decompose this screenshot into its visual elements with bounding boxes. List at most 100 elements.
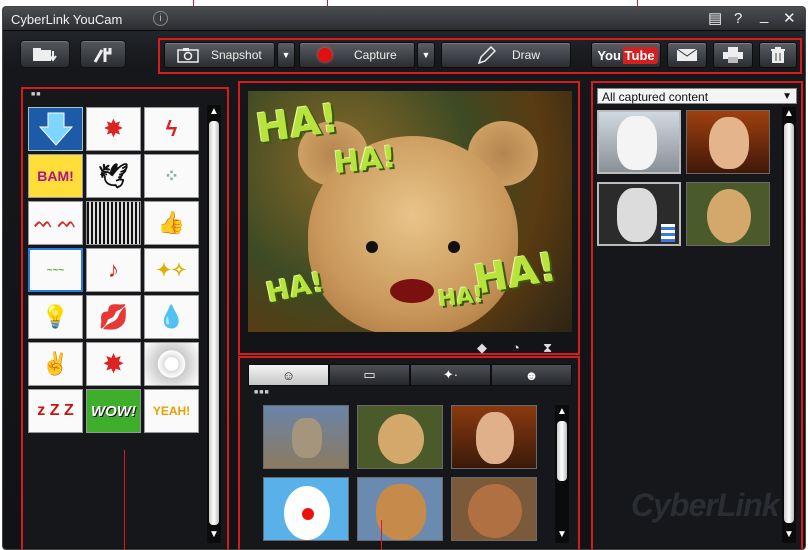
library-scroll-down-icon[interactable]: ▼ xyxy=(783,529,795,541)
avatar-scroll-up-icon[interactable]: ▲ xyxy=(556,406,568,418)
library-scroll-thumb[interactable] xyxy=(784,123,794,523)
snapshot-dropdown[interactable]: ▼ xyxy=(277,42,295,68)
avatar-warrior[interactable] xyxy=(263,405,349,469)
effect-drops[interactable]: 💧 xyxy=(144,295,199,339)
avatar-clown[interactable] xyxy=(263,477,349,541)
toolbar: Snapshot ▼ Capture ▼ Draw You Tube xyxy=(3,32,805,76)
effect-stars[interactable]: ✦✧ xyxy=(144,248,199,292)
callout-avatar xyxy=(381,520,382,550)
effects-scroll-thumb[interactable] xyxy=(209,121,219,525)
download-arrow-icon xyxy=(38,112,73,146)
capture-thumb-3[interactable] xyxy=(597,182,681,246)
effect-lips[interactable]: 💋 xyxy=(86,295,141,339)
avatar-dog[interactable] xyxy=(357,477,443,541)
capture-label: Capture xyxy=(354,48,397,62)
effect-bird[interactable]: 🕊 xyxy=(86,154,141,198)
video-icon xyxy=(661,224,675,242)
trash-icon xyxy=(771,47,785,63)
avatar-bear[interactable] xyxy=(357,405,443,469)
capture-thumb-4[interactable] xyxy=(686,182,770,246)
camera-icon xyxy=(177,48,199,63)
settings-button[interactable] xyxy=(80,40,126,68)
effect-yeah[interactable]: YEAH! xyxy=(144,389,199,433)
haha-text-3: HA! xyxy=(263,265,327,310)
library-filter-dropdown[interactable]: All captured content ▼ xyxy=(597,88,797,104)
bear-eye-right xyxy=(448,241,460,253)
effect-tabs: ☺ ▭ ✦· ☻ xyxy=(248,364,572,386)
print-button[interactable] xyxy=(713,42,753,68)
effect-heel[interactable]: ♪ xyxy=(86,248,141,292)
bam-text: BAM! xyxy=(37,168,74,184)
camera-preview: HA! HA! HA! HA! HA! xyxy=(248,91,572,332)
capture-button[interactable]: Capture xyxy=(299,42,415,68)
window-title: CyberLink YouCam xyxy=(11,12,123,27)
capture-thumb-2[interactable] xyxy=(686,110,770,174)
yeah-text: YEAH! xyxy=(152,404,191,418)
effects-grid: ✸ ϟ BAM! 🕊 ⁘ ᨓ ᨓ 👍 ~~~ ♪ ✦✧ 💡 💋 💧 ✌ ✸ z … xyxy=(28,107,199,433)
scroll-up-icon[interactable]: ▲ xyxy=(208,106,220,118)
title-bar: CyberLink YouCam i ▤ ? _ ✕ xyxy=(3,7,805,31)
eraser-icon[interactable]: ◆ xyxy=(477,340,487,356)
avatar-old-man[interactable] xyxy=(451,405,537,469)
avatar-scrollbar[interactable]: ▲ ▼ xyxy=(555,405,569,543)
effect-victory[interactable]: ✌ xyxy=(28,342,83,386)
bear-eye-left xyxy=(366,241,378,253)
email-button[interactable] xyxy=(667,42,707,68)
record-icon xyxy=(318,48,332,62)
capture-thumb-1[interactable] xyxy=(597,110,681,174)
snapshot-button[interactable]: Snapshot xyxy=(164,42,275,68)
effect-zigzag[interactable]: ϟ xyxy=(144,107,199,151)
effect-wow[interactable]: WOW! xyxy=(86,389,141,433)
effect-burst[interactable] xyxy=(144,342,199,386)
youtube-button[interactable]: You Tube xyxy=(591,42,661,68)
effect-punch[interactable]: ✸ xyxy=(86,342,141,386)
callout-effects xyxy=(124,450,125,550)
effect-thumbs-up[interactable]: 👍 xyxy=(144,201,199,245)
effect-bam[interactable]: BAM! xyxy=(28,154,83,198)
delete-button[interactable] xyxy=(759,42,797,68)
youtube-logo: You Tube xyxy=(594,46,658,64)
particle-tab-icon: ✦· xyxy=(442,367,459,382)
capture-folder-button[interactable] xyxy=(20,40,70,68)
effect-yeah-small[interactable]: ~~~ xyxy=(28,248,83,292)
particle-tab[interactable]: ✦· xyxy=(410,364,491,386)
effects-scrollbar[interactable]: ▲ ▼ xyxy=(207,105,221,543)
avatar-tab-icon: ☺ xyxy=(281,367,296,383)
effect-barcode[interactable] xyxy=(86,201,141,245)
app-root: CyberLink YouCam i ▤ ? _ ✕ Snapshot ▼ Ca… xyxy=(0,0,808,550)
envelope-icon xyxy=(676,48,698,61)
close-icon[interactable]: ✕ xyxy=(783,10,796,28)
clock-icon[interactable]: ◔ xyxy=(512,340,520,355)
haha-text-5: HA! xyxy=(436,282,485,313)
help-icon[interactable]: ? xyxy=(734,10,742,28)
draw-button[interactable]: Draw xyxy=(441,42,571,68)
effect-firework[interactable]: ✸ xyxy=(86,107,141,151)
draw-label: Draw xyxy=(512,48,541,62)
avatar-tab[interactable]: ☺ xyxy=(248,364,329,386)
printer-icon xyxy=(723,47,743,63)
capture-dropdown[interactable]: ▼ xyxy=(417,42,435,68)
avatar-view-toggle[interactable]: ■■■ xyxy=(254,389,270,396)
info-icon[interactable]: i xyxy=(153,11,168,26)
library-scrollbar[interactable]: ▲ ▼ xyxy=(782,107,796,543)
effect-zzz[interactable]: z Z Z xyxy=(28,389,83,433)
minimize-icon[interactable]: _ xyxy=(760,7,768,25)
skin-icon[interactable]: ▤ xyxy=(708,10,722,28)
emotion-tab[interactable]: ☻ xyxy=(491,364,572,386)
effect-sparkles[interactable]: ⁘ xyxy=(144,154,199,198)
frame-tab-icon: ▭ xyxy=(363,367,376,382)
effect-lightbulb[interactable]: 💡 xyxy=(28,295,83,339)
avatar-scroll-thumb[interactable] xyxy=(557,421,567,481)
avatar-poodle[interactable] xyxy=(451,477,537,541)
avatar-scroll-down-icon[interactable]: ▼ xyxy=(556,529,568,541)
hourglass-icon[interactable]: ⧗ xyxy=(543,340,552,356)
frame-tab[interactable]: ▭ xyxy=(329,364,410,386)
youcam-window: CyberLink YouCam i ▤ ? _ ✕ Snapshot ▼ Ca… xyxy=(2,6,806,550)
bear-nose xyxy=(390,279,434,303)
folder-import-icon xyxy=(33,48,57,62)
effect-lips-rain[interactable]: ᨓ ᨓ xyxy=(28,201,83,245)
effect-download[interactable] xyxy=(28,107,83,151)
scroll-down-icon[interactable]: ▼ xyxy=(208,529,220,541)
library-scroll-up-icon[interactable]: ▲ xyxy=(783,108,795,120)
effects-view-toggle[interactable]: ■■ xyxy=(31,91,41,98)
